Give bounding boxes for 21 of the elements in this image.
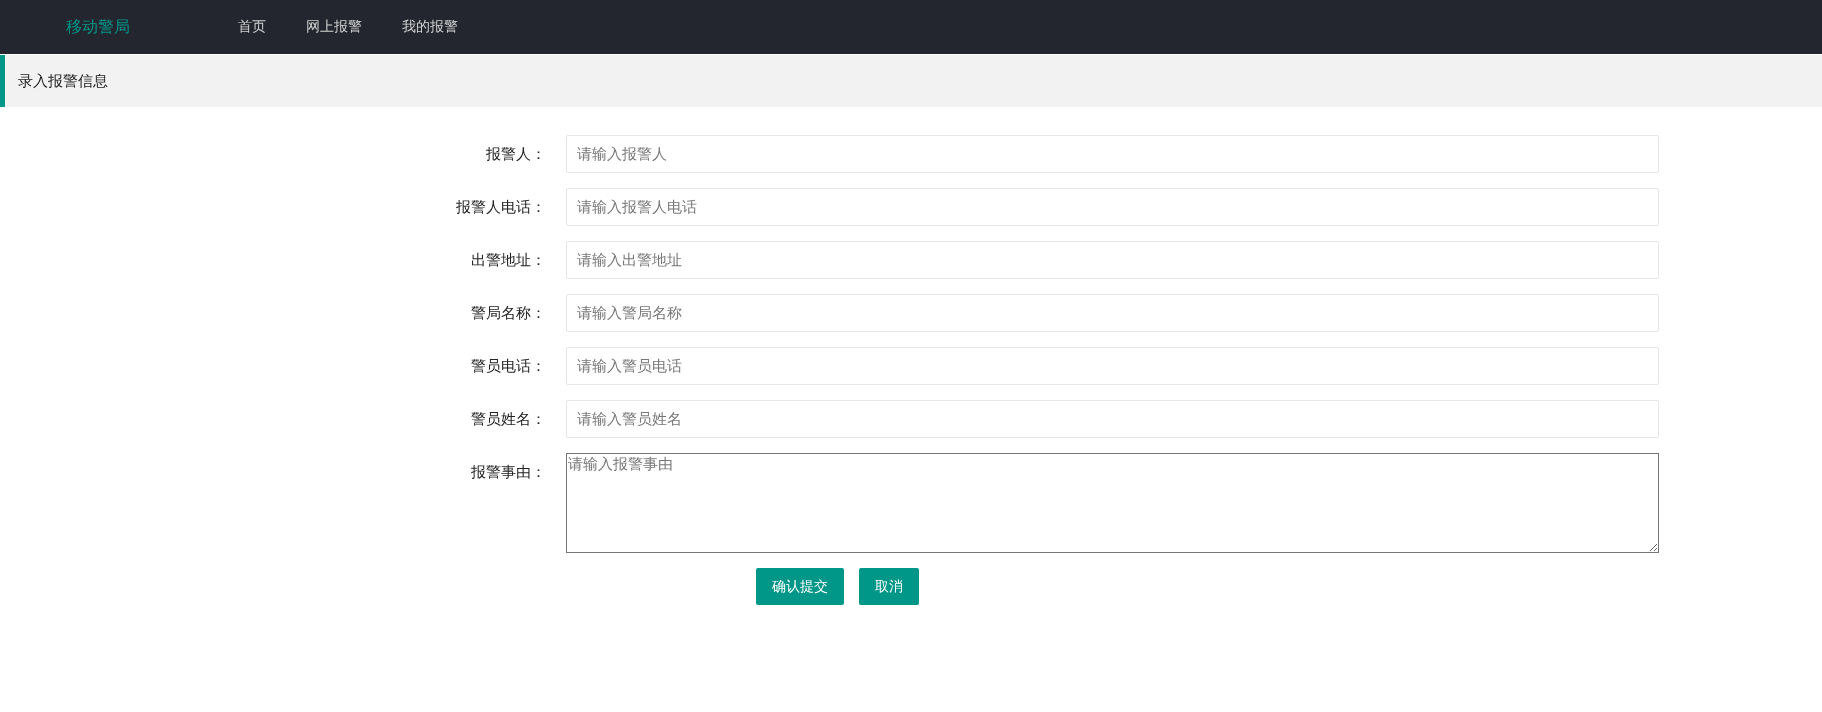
textarea-field[interactable]: 请输入报警事由 <box>566 453 1659 553</box>
submit-button[interactable]: 确认提交 <box>756 568 844 605</box>
field-label: 报警人： <box>485 144 546 165</box>
field-label: 警局名称： <box>470 303 546 324</box>
field-label: 报警事由： <box>470 462 546 483</box>
nav-link[interactable]: 网上报警 <box>306 18 362 36</box>
input-field[interactable]: 请输入警员电话 <box>566 347 1659 385</box>
input-field[interactable]: 请输入出警地址 <box>566 241 1659 279</box>
nav-link[interactable]: 我的报警 <box>402 18 458 36</box>
logo-text: 移动警局 <box>66 16 131 38</box>
nav-link[interactable]: 首页 <box>238 18 266 36</box>
input-field[interactable]: 请输入报警人电话 <box>566 188 1659 226</box>
input-field[interactable]: 请输入警员姓名 <box>566 400 1659 438</box>
field-label: 警员电话： <box>470 356 546 377</box>
field-label: 出警地址： <box>470 250 546 271</box>
section-title: 录入报警信息 <box>0 55 1822 107</box>
cancel-button[interactable]: 取消 <box>859 568 919 605</box>
field-label: 报警人电话： <box>456 197 546 218</box>
field-label: 警员姓名： <box>470 409 546 430</box>
input-field[interactable]: 请输入报警人 <box>566 135 1659 173</box>
input-field[interactable]: 请输入警局名称 <box>566 294 1659 332</box>
